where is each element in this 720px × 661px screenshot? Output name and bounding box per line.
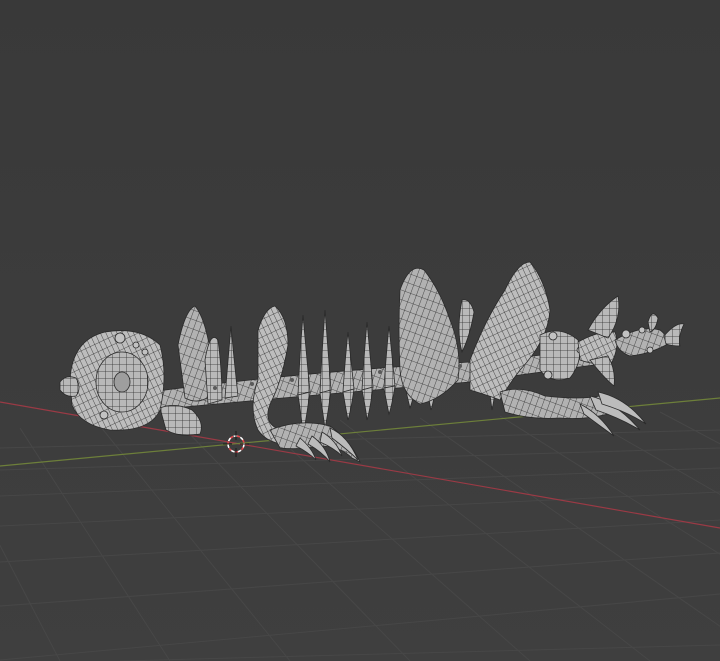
viewport-canvas[interactable] <box>0 0 720 661</box>
3d-viewport[interactable] <box>0 0 720 661</box>
